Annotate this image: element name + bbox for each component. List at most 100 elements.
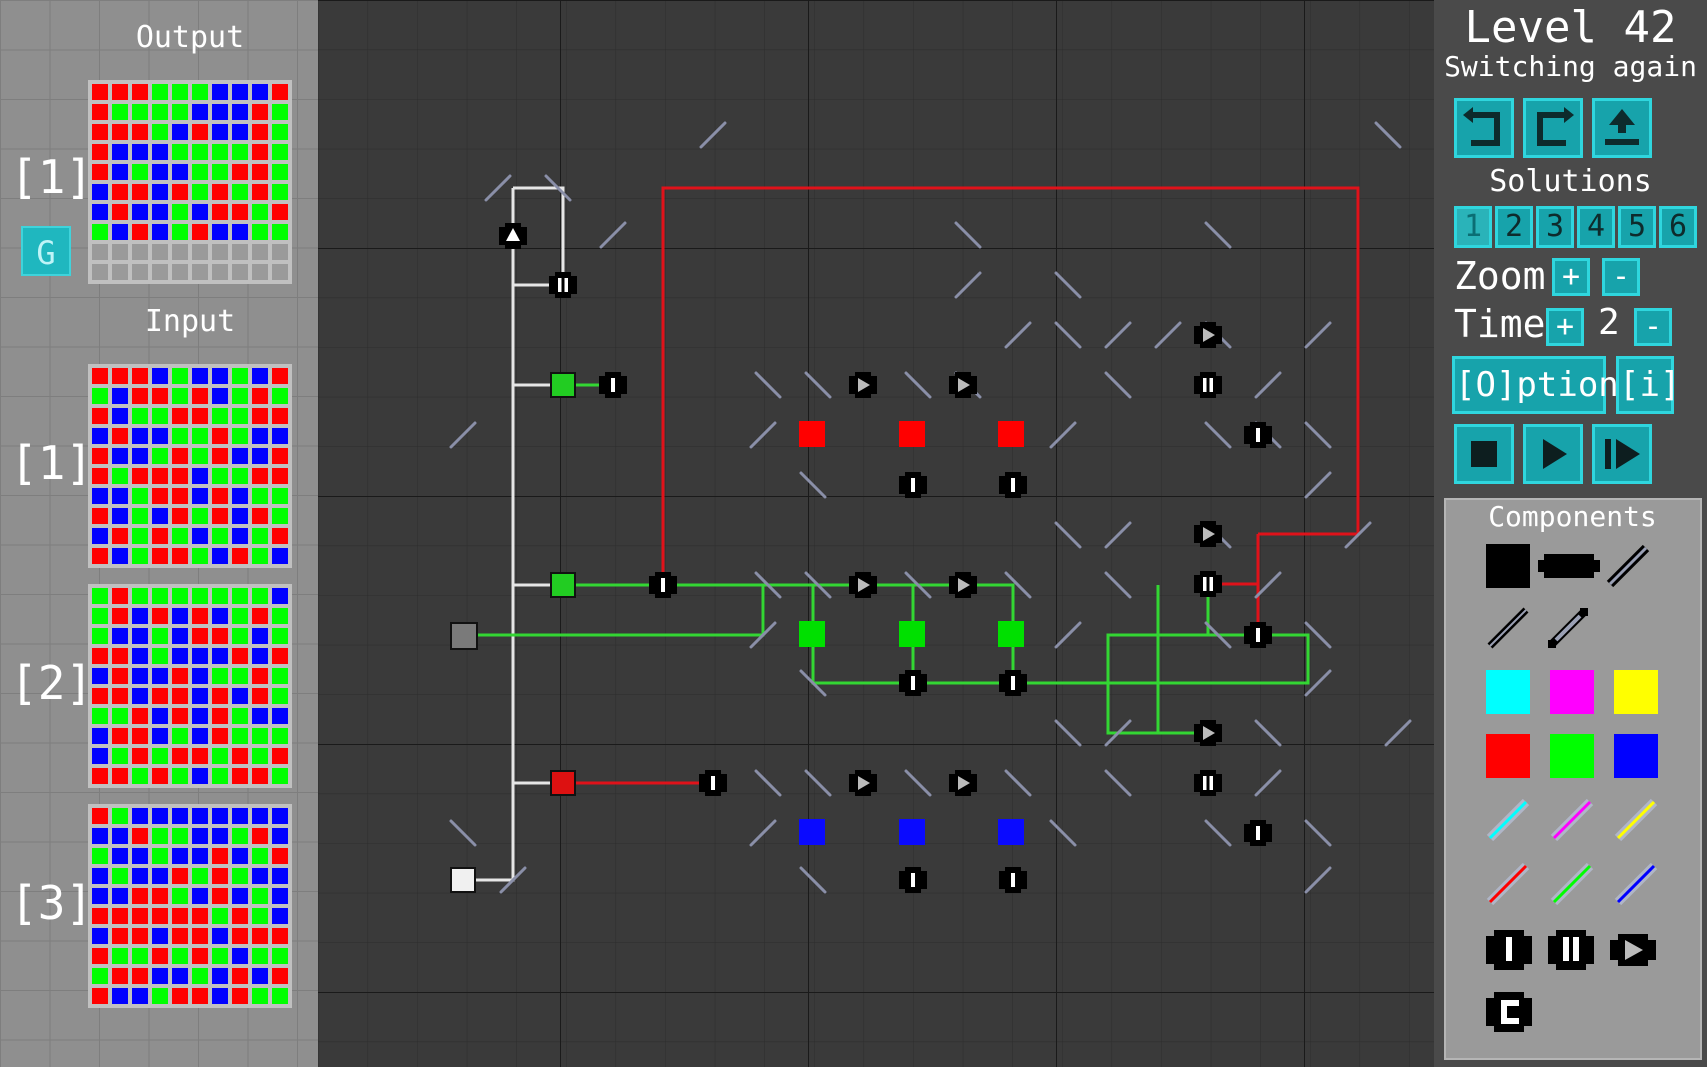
pattern-cell [212, 688, 228, 704]
pattern-cell [112, 84, 128, 100]
pattern-cell [172, 548, 188, 564]
component-yellow-mirror[interactable] [1614, 798, 1658, 842]
pattern-cell [192, 264, 208, 280]
color-swatch-green[interactable] [1550, 734, 1594, 778]
component-mirror-slash[interactable] [1606, 544, 1650, 588]
pattern-cell [272, 648, 288, 664]
pattern-cell [92, 948, 108, 964]
input-pattern-3[interactable] [88, 804, 292, 1008]
pattern-cell [92, 264, 108, 280]
input-pattern-2[interactable] [88, 584, 292, 788]
solution-slot-3[interactable]: 3 [1536, 206, 1574, 248]
pattern-cell [272, 848, 288, 864]
zoom-out-button[interactable]: - [1602, 258, 1640, 296]
color-swatch-blue[interactable] [1614, 734, 1658, 778]
pattern-cell [212, 144, 228, 160]
time-decrease-button[interactable]: - [1634, 308, 1672, 346]
pattern-cell [252, 164, 268, 180]
play-button[interactable] [1523, 424, 1583, 484]
g-button[interactable]: G [21, 226, 71, 276]
redo-button[interactable] [1523, 98, 1583, 158]
circuit-board[interactable] [318, 0, 1434, 1067]
pattern-cell [212, 104, 228, 120]
pattern-cell [252, 204, 268, 220]
pattern-cell [232, 368, 248, 384]
color-swatch-cyan[interactable] [1486, 670, 1530, 714]
pattern-cell [152, 224, 168, 240]
pattern-cell [132, 888, 148, 904]
component-gate-single[interactable] [1482, 928, 1536, 972]
zoom-in-button[interactable]: + [1552, 258, 1590, 296]
component-green-mirror[interactable] [1550, 862, 1594, 906]
component-magenta-mirror[interactable] [1550, 798, 1594, 842]
pattern-cell [152, 928, 168, 944]
pattern-cell [92, 828, 108, 844]
solution-slot-6[interactable]: 6 [1659, 206, 1697, 248]
component-wire-connector[interactable] [1538, 544, 1600, 588]
solution-slot-5[interactable]: 5 [1618, 206, 1656, 248]
pattern-cell [192, 528, 208, 544]
undo-button[interactable] [1454, 98, 1514, 158]
pattern-cell [212, 224, 228, 240]
pattern-cell [272, 948, 288, 964]
stop-button[interactable] [1454, 424, 1514, 484]
component-mirror-switch[interactable] [1546, 606, 1590, 650]
pattern-cell [212, 548, 228, 564]
pattern-cell [152, 388, 168, 404]
pattern-cell [132, 828, 148, 844]
component-gate-double[interactable] [1544, 928, 1598, 972]
component-cyan-mirror[interactable] [1486, 798, 1530, 842]
pattern-cell [172, 828, 188, 844]
redo-icon [1537, 107, 1574, 146]
pattern-cell [252, 488, 268, 504]
pattern-cell [132, 928, 148, 944]
pattern-cell [92, 428, 108, 444]
input-pattern-1[interactable] [88, 364, 292, 568]
component-red-mirror[interactable] [1486, 862, 1530, 906]
pattern-cell [212, 244, 228, 260]
pattern-cell [252, 748, 268, 764]
pattern-cell [112, 408, 128, 424]
solution-slot-4[interactable]: 4 [1577, 206, 1615, 248]
component-gate-counter[interactable] [1482, 990, 1536, 1034]
info-button[interactable]: [i] [1616, 356, 1680, 414]
component-gate-play[interactable] [1606, 928, 1660, 972]
pattern-cell [92, 164, 108, 180]
color-swatch-yellow[interactable] [1614, 670, 1658, 714]
time-increase-button[interactable]: + [1546, 308, 1584, 346]
step-button[interactable] [1592, 424, 1652, 484]
pattern-cell [132, 968, 148, 984]
pattern-cell [132, 408, 148, 424]
color-swatch-red[interactable] [1486, 734, 1530, 778]
upload-button[interactable] [1592, 98, 1652, 158]
pattern-cell [152, 244, 168, 260]
color-swatch-magenta[interactable] [1550, 670, 1594, 714]
options-button[interactable]: [O]ptions [1452, 356, 1639, 414]
pattern-cell [112, 688, 128, 704]
pattern-cell [252, 368, 268, 384]
pattern-cell [272, 388, 288, 404]
component-blue-mirror[interactable] [1614, 862, 1658, 906]
pattern-cell [192, 104, 208, 120]
pattern-cell [192, 508, 208, 524]
left-panel: Output [1] G Input [1] [2] [3] [0, 0, 318, 1067]
pattern-cell [212, 828, 228, 844]
solution-slot-2[interactable]: 2 [1495, 206, 1533, 248]
pattern-cell [172, 368, 188, 384]
component-block[interactable] [1486, 544, 1530, 588]
pattern-cell [172, 708, 188, 724]
pattern-cell [252, 888, 268, 904]
pattern-cell [152, 768, 168, 784]
pattern-cell [152, 468, 168, 484]
pattern-cell [132, 628, 148, 644]
component-mirror-thin[interactable] [1486, 606, 1530, 650]
pattern-cell [252, 628, 268, 644]
pattern-cell [112, 668, 128, 684]
pattern-cell [192, 828, 208, 844]
pattern-cell [132, 428, 148, 444]
solution-slot-1[interactable]: 1 [1454, 206, 1492, 248]
pattern-cell [252, 988, 268, 1004]
pattern-cell [132, 224, 148, 240]
pattern-cell [252, 928, 268, 944]
pattern-cell [252, 768, 268, 784]
